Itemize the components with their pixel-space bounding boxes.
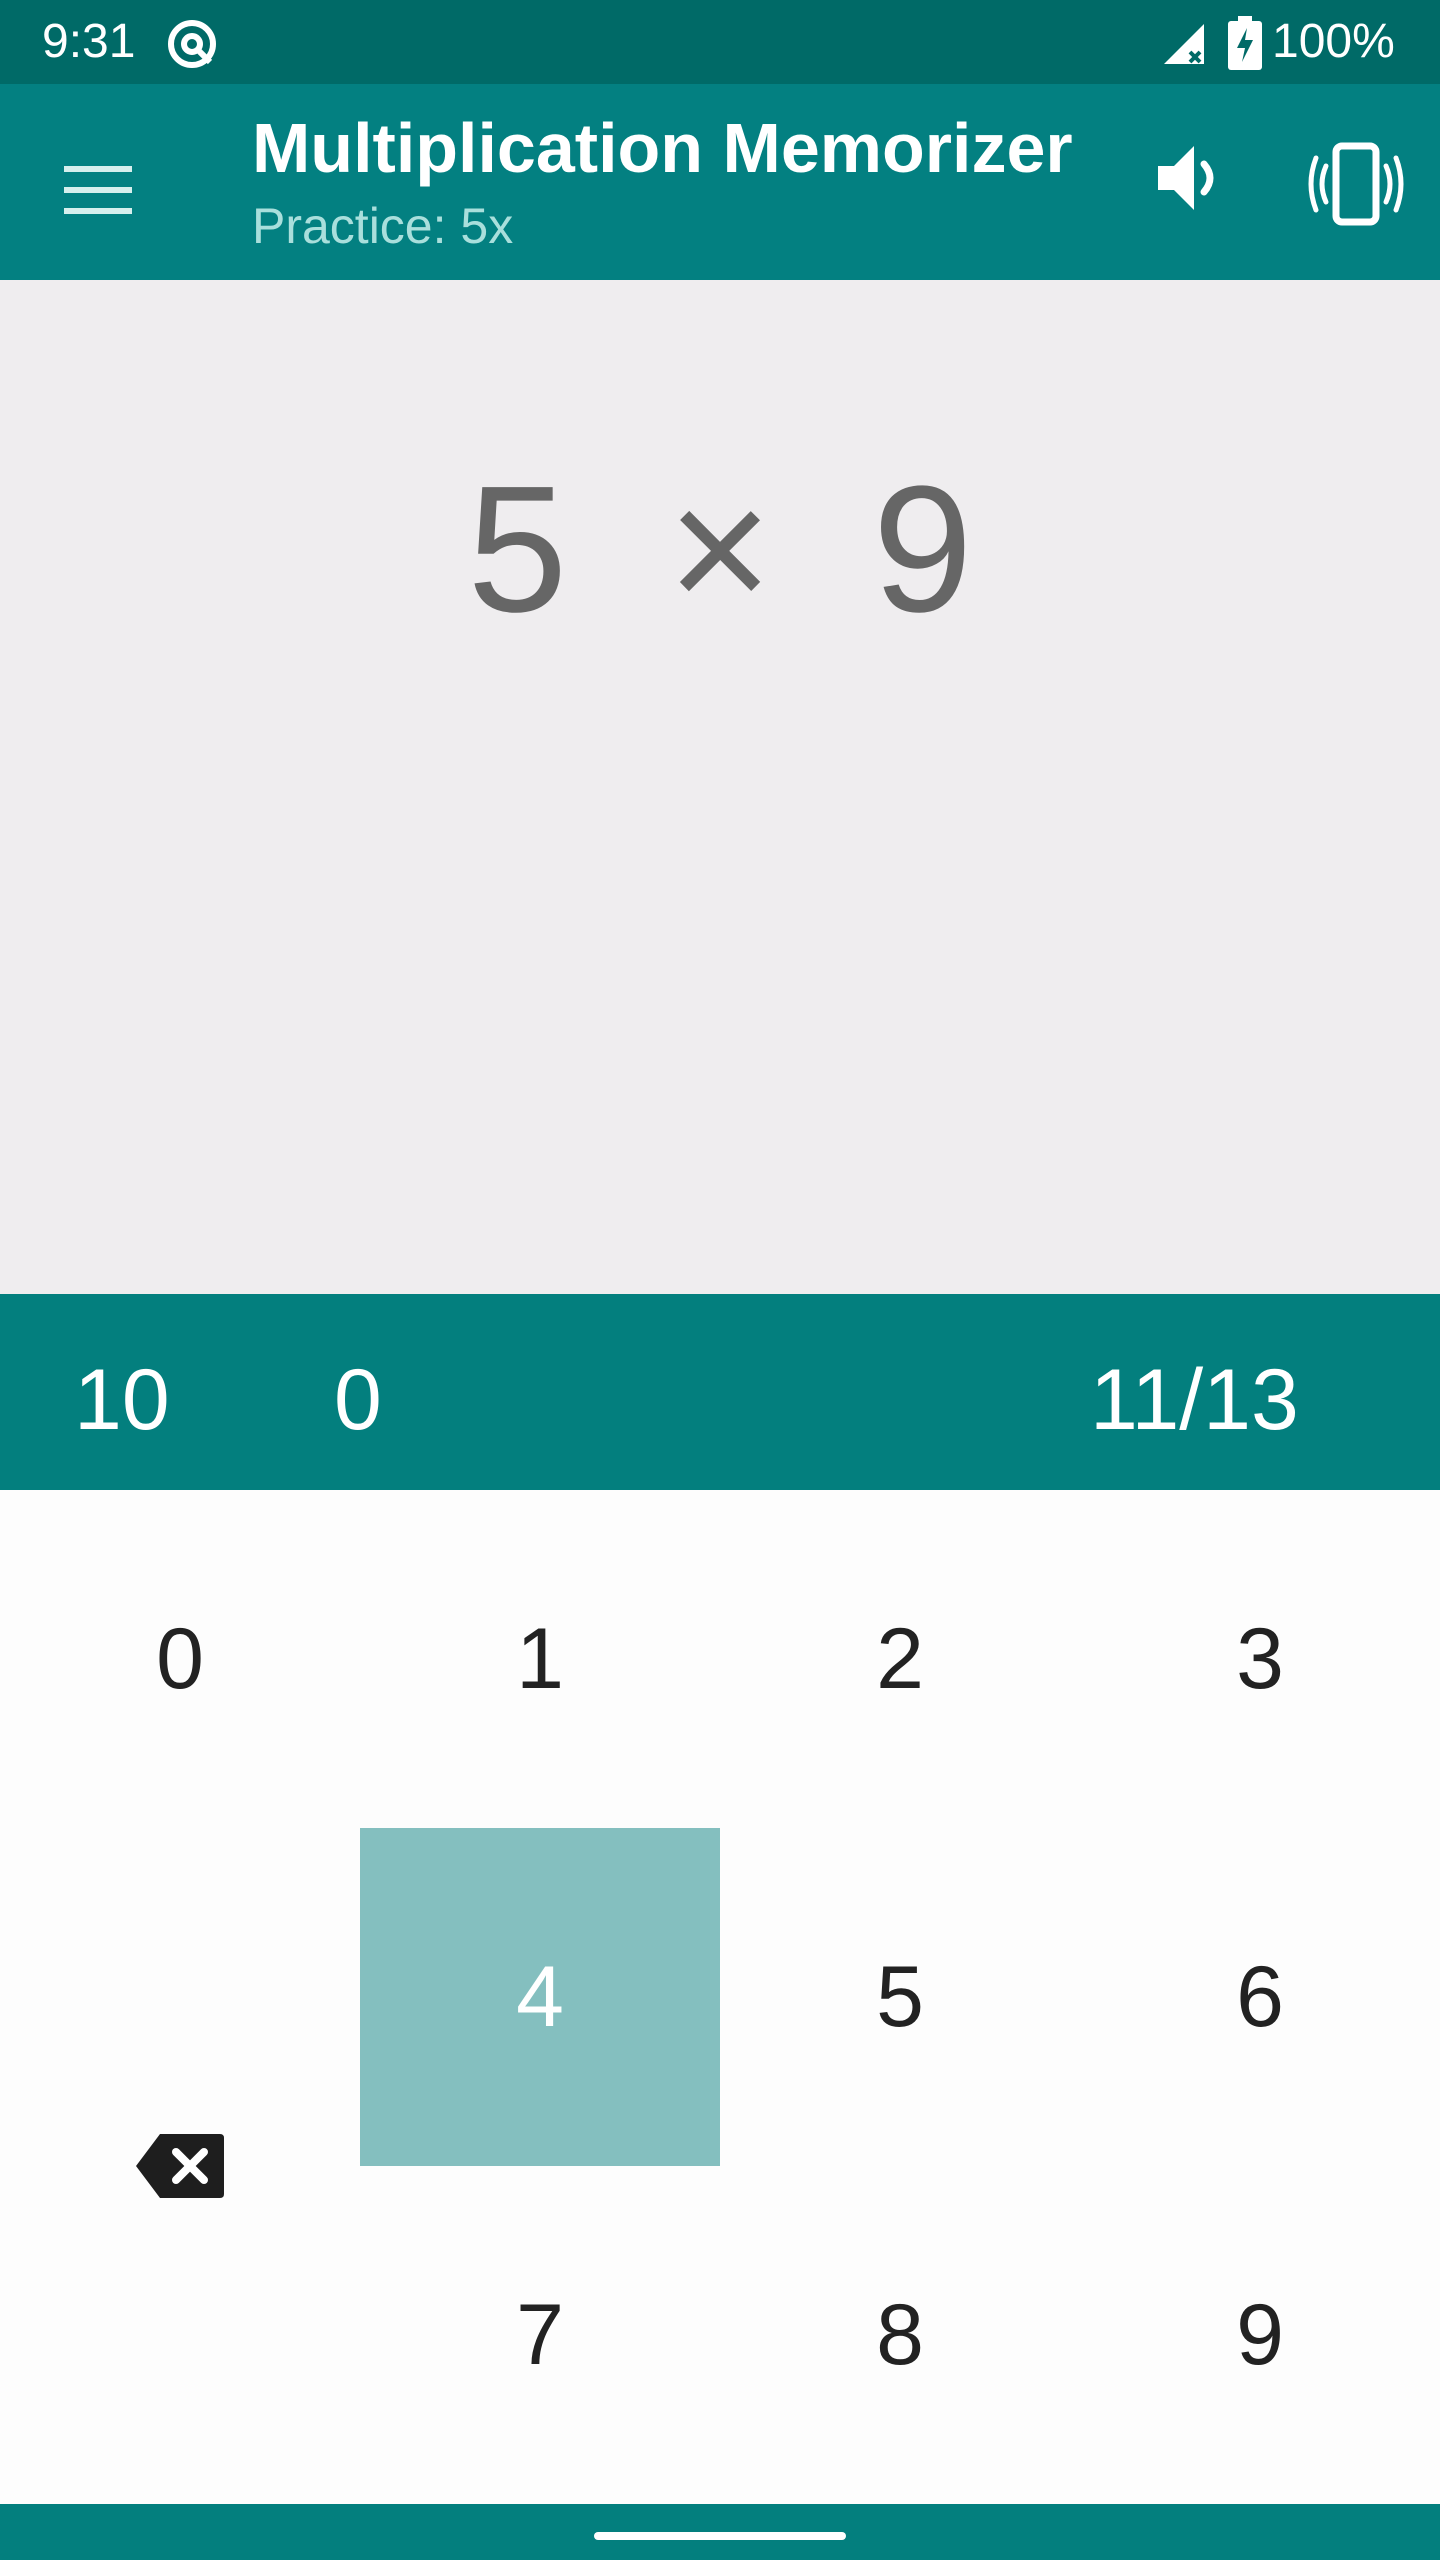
key-4[interactable]: 4 [360, 1828, 720, 2166]
key-2[interactable]: 2 [720, 1490, 1080, 1828]
key-9[interactable]: 9 [1080, 2166, 1440, 2504]
app-title: Multiplication Memorizer [252, 109, 1073, 187]
key-8[interactable]: 8 [720, 2166, 1080, 2504]
app-notification-icon [168, 20, 216, 68]
navigation-bar [0, 2504, 1440, 2560]
keypad: 0 1 2 3 4 5 6 7 8 9 [0, 1490, 1440, 2504]
app-bar: Multiplication Memorizer Practice: 5x [0, 84, 1440, 280]
battery-percent: 100% [1272, 15, 1395, 68]
status-time: 9:31 [42, 15, 136, 68]
answer-display: 0 [334, 1352, 382, 1448]
key-1[interactable]: 1 [360, 1490, 720, 1828]
score-left: 10 [74, 1352, 170, 1448]
volume-icon[interactable] [1148, 136, 1232, 220]
home-gesture-handle[interactable] [594, 2532, 846, 2540]
progress-counter: 11/13 [1090, 1352, 1299, 1448]
key-5[interactable]: 5 [720, 1828, 1080, 2166]
signal-icon [1164, 24, 1204, 64]
app-subtitle: Practice: 5x [252, 198, 514, 254]
battery-charging-icon [1228, 16, 1262, 70]
score-bar: 10 0 11/13 [0, 1294, 1440, 1490]
key-0[interactable]: 0 [0, 1490, 360, 1828]
status-bar: 9:31 100% [0, 0, 1440, 84]
menu-icon[interactable] [56, 148, 140, 232]
backspace-icon[interactable] [132, 2130, 228, 2202]
key-3[interactable]: 3 [1080, 1490, 1440, 1828]
question-text: 5 × 9 [467, 449, 973, 650]
vibrate-icon[interactable] [1308, 136, 1404, 232]
key-7[interactable]: 7 [360, 2166, 720, 2504]
key-6[interactable]: 6 [1080, 1828, 1440, 2166]
question-area: 5 × 9 [0, 280, 1440, 1294]
